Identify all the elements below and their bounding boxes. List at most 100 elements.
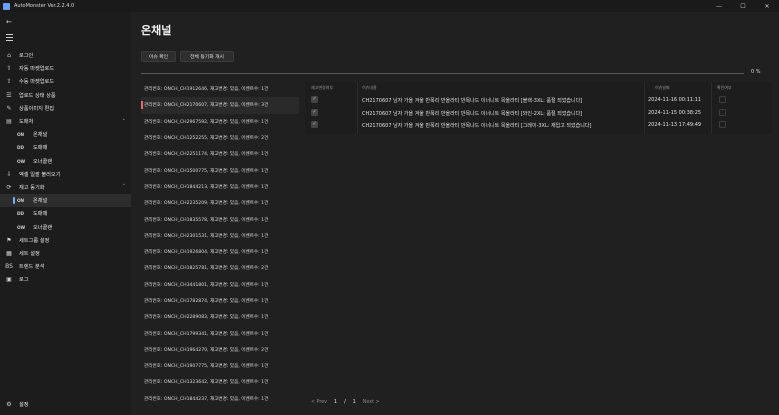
nav-icon: ✎ — [6, 104, 12, 112]
page-title: 온채널 — [141, 24, 172, 37]
sidebar-item[interactable]: DD 도매매 — [0, 207, 131, 220]
nav-icon: ⌂ — [7, 52, 11, 60]
list-item[interactable]: 관리번호: ONCH_CH2170607, 재고변경: 있음, 이벤트수: 3건 — [141, 97, 299, 114]
back-arrow-icon[interactable]: ← — [6, 18, 12, 26]
column-header[interactable]: 확인여부 — [717, 85, 732, 91]
chevron-up-icon[interactable]: ˄ — [123, 184, 126, 190]
check-issue-button[interactable]: 이슈 확인 — [141, 51, 176, 62]
list-item[interactable]: 관리번호: ONCH_CH1782874, 재고변경: 있음, 이벤트수: 1건 — [141, 293, 299, 309]
sidebar-item[interactable]: ⇧ 자동 마켓업로드 — [0, 62, 131, 75]
sidebar-item-label: 도매매 — [33, 211, 48, 218]
sidebar-item-settings[interactable]: ⚙ 설정 — [0, 398, 131, 411]
issue-content-cell: CH2170607 남자 가을 겨울 반폭리 반올라티 반목나드 이너니트 목올… — [362, 123, 592, 129]
stock-changed-checkbox[interactable]: ✓ — [311, 96, 318, 103]
progress-bar — [141, 73, 744, 74]
list-item[interactable]: 관리번호: ONCH_CH3441801, 재고변경: 있음, 이벤트수: 1건 — [141, 277, 299, 293]
list-item[interactable]: 관리번호: ONCH_CH1926804, 재고변경: 있음, 이벤트수: 1건 — [141, 244, 299, 260]
main-content: 온채널 이슈 확인 전체 동기화 개시 0 % 관리번호: ONCH_CH191… — [131, 12, 779, 415]
sidebar-item[interactable]: ⇧ 수동 마켓업로드 — [0, 75, 131, 88]
stock-changed-checkbox[interactable]: ✓ — [311, 121, 318, 128]
list-item[interactable]: 관리번호: ONCH_CH1844213, 재고변경: 있음, 이벤트수: 1건 — [141, 179, 299, 195]
sub-item-badge-icon: ON — [17, 132, 25, 138]
confirmed-checkbox[interactable] — [719, 121, 726, 128]
prev-page-button[interactable]: < Prev — [311, 400, 327, 405]
sidebar-item[interactable]: ⇩ 엑셀 일괄 불러오기 — [0, 168, 131, 181]
sub-item-badge-icon: ON — [17, 198, 25, 204]
sidebar-item-label: 트렌드 분석 — [19, 264, 45, 271]
app-logo-icon — [3, 2, 10, 10]
sidebar-item[interactable]: ▣ 로그 — [0, 273, 131, 286]
maximize-button[interactable]: ☐ — [731, 0, 755, 12]
pagination: < Prev 1 / 1 Next > — [311, 400, 379, 405]
nav-icon: ▣ — [6, 276, 12, 284]
sub-item-badge-icon: DD — [17, 145, 24, 151]
list-item[interactable]: 관리번호: ONCH_CH2251174, 재고변경: 있음, 이벤트수: 1건 — [141, 146, 299, 162]
sidebar-item[interactable]: ☰ 업로드 상태 상품 — [0, 89, 131, 102]
sidebar-item[interactable]: ▤ 도매처 ˄ — [0, 115, 131, 128]
table-row[interactable]: ✓ CH2170607 남자 가을 겨울 반폭리 반올라티 반목나드 이너니트 목… — [305, 94, 772, 107]
issue-grid: 재고변경여부 이슈내용 이슈날짜 확인여부 ✓ CH2170607 남자 가을 겨… — [305, 82, 772, 134]
sidebar-item-label: 온채널 — [33, 198, 48, 205]
total-pages: 1 — [352, 400, 356, 405]
confirmed-checkbox[interactable] — [719, 108, 726, 116]
sidebar-item[interactable]: OW 오너클랜 — [0, 155, 131, 168]
column-header[interactable]: 이슈내용 — [362, 85, 377, 91]
list-item[interactable]: 관리번호: ONCH_CH2235209, 재고변경: 있음, 이벤트수: 1건 — [141, 195, 299, 211]
sidebar-item[interactable]: OW 오너클랜 — [0, 220, 131, 233]
nav-icon: ⚑ — [6, 236, 12, 244]
sidebar-item-label: 재고 동기화 — [19, 184, 45, 191]
sidebar-item-label: 설정 — [19, 402, 29, 409]
sidebar-item[interactable]: ⟳ 재고 동기화 ˄ — [0, 181, 131, 194]
sidebar-item[interactable]: BS 트렌드 분석 — [0, 260, 131, 273]
nav-icon: ⇧ — [6, 78, 12, 86]
hamburger-menu-icon[interactable] — [6, 34, 13, 43]
list-item[interactable]: 관리번호: ONCH_CH1912646, 재고변경: 있음, 이벤트수: 1건 — [141, 81, 299, 97]
list-item[interactable]: 관리번호: ONCH_CH1799341, 재고변경: 있음, 이벤트수: 1건 — [141, 325, 299, 341]
list-item[interactable]: 관리번호: ONCH_CH2301531, 재고변경: 있음, 이벤트수: 1건 — [141, 228, 299, 244]
stock-changed-checkbox[interactable]: ✓ — [311, 108, 318, 116]
list-item[interactable]: 관리번호: ONCH_CH1500775, 재고변경: 있음, 이벤트수: 1건 — [141, 162, 299, 178]
table-row[interactable]: ✓ CH2170607 남자 가을 겨울 반폭리 반올라티 반목나드 이너니트 목… — [305, 107, 772, 120]
nav-icon: ☰ — [6, 91, 12, 99]
issue-date-cell: 2024-11-13 17:49:49 — [648, 122, 702, 128]
list-item[interactable]: 관리번호: ONCH_CH1907775, 재고변경: 있음, 이벤트수: 1건 — [141, 358, 299, 374]
minimize-button[interactable]: — — [707, 0, 731, 12]
grid-header: 재고변경여부 이슈내용 이슈날짜 확인여부 — [305, 82, 772, 92]
chevron-up-icon[interactable]: ˄ — [123, 119, 126, 125]
sidebar-item-label: 세트 설정 — [19, 250, 40, 257]
sidebar-item[interactable]: ON 온채널 — [0, 128, 131, 141]
sub-item-badge-icon: OW — [17, 224, 26, 230]
issue-content-cell: CH2170607 남자 가을 겨울 반폭리 반올라티 반목나드 이너니트 목올… — [362, 110, 583, 117]
issue-date-cell: 2024-11-15 00:38:25 — [648, 109, 702, 116]
sidebar-item[interactable]: ⌂ 로그인 — [0, 49, 131, 62]
list-item[interactable]: 관리번호: ONCH_CH1825781, 재고변경: 있음, 이벤트수: 2건 — [141, 260, 299, 276]
sidebar-item-label: 업로드 상태 상품 — [19, 92, 56, 99]
sidebar-item-label: 로그 — [19, 277, 29, 284]
nav-icon: ⇧ — [6, 65, 12, 73]
window-controls: — ☐ ✕ — [707, 0, 779, 12]
product-list: 관리번호: ONCH_CH1912646, 재고변경: 있음, 이벤트수: 1건… — [141, 81, 299, 407]
list-item[interactable]: 관리번호: ONCH_CH1844237, 재고변경: 있음, 이벤트수: 1건 — [141, 391, 299, 407]
list-item[interactable]: 관리번호: ONCH_CH1835578, 재고변경: 있음, 이벤트수: 1건 — [141, 211, 299, 227]
full-sync-button[interactable]: 전체 동기화 개시 — [180, 51, 234, 62]
sidebar-item-label: 자동 마켓업로드 — [19, 66, 55, 73]
sidebar-item[interactable]: ON 온채널 — [0, 194, 131, 208]
progress-percent: 0 % — [751, 69, 761, 75]
sidebar-item-label: 수동 마켓업로드 — [19, 79, 55, 86]
list-item[interactable]: 관리번호: ONCH_CH2967592, 재고변경: 있음, 이벤트수: 1건 — [141, 114, 299, 130]
column-header[interactable]: 이슈날짜 — [655, 85, 670, 91]
list-item[interactable]: 관리번호: ONCH_CH1964270, 재고변경: 있음, 이벤트수: 2건 — [141, 342, 299, 358]
column-header[interactable]: 재고변경여부 — [311, 85, 333, 91]
close-button[interactable]: ✕ — [755, 0, 779, 12]
sidebar-item[interactable]: ✎ 상품이미지 편집 — [0, 102, 131, 115]
sidebar-item[interactable]: ▦ 세트 설정 — [0, 247, 131, 260]
confirmed-checkbox[interactable] — [719, 96, 726, 103]
list-item[interactable]: 관리번호: ONCH_CH2289083, 재고변경: 있음, 이벤트수: 1건 — [141, 309, 299, 325]
table-row[interactable]: ✓ CH2170607 남자 가을 겨울 반폭리 반올라티 반목나드 이너니트 목… — [305, 119, 772, 132]
sub-item-badge-icon: DD — [17, 211, 24, 217]
sidebar-item[interactable]: DD 도매매 — [0, 141, 131, 154]
sidebar-item[interactable]: ⚑ 세트그룹 설정 — [0, 234, 131, 247]
list-item[interactable]: 관리번호: ONCH_CH1252255, 재고변경: 있음, 이벤트수: 2건 — [141, 130, 299, 146]
list-item[interactable]: 관리번호: ONCH_CH1323642, 재고변경: 있음, 이벤트수: 1건 — [141, 374, 299, 390]
next-page-button[interactable]: Next > — [363, 400, 380, 405]
